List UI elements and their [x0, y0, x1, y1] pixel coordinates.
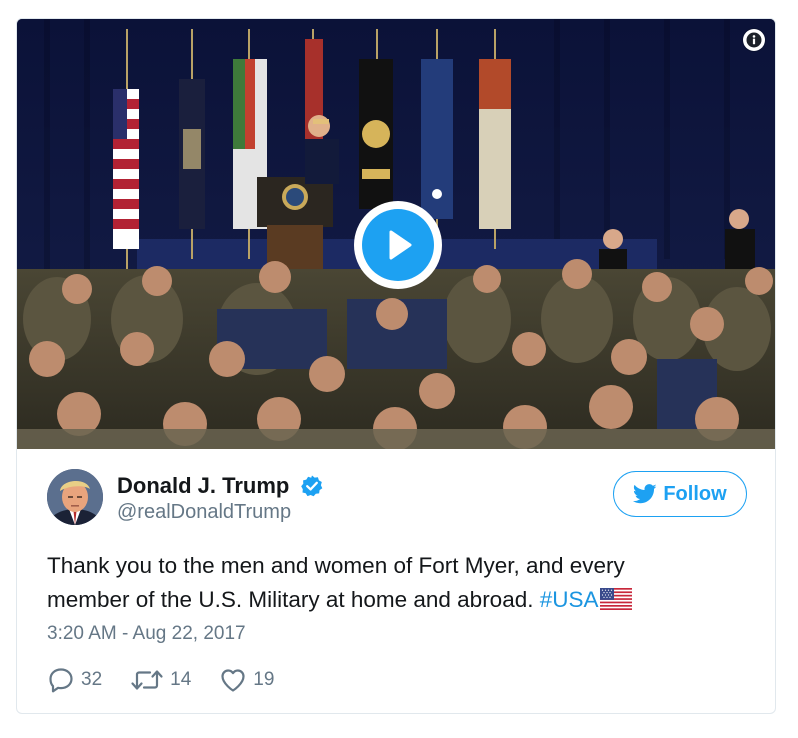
follow-button-label: Follow — [663, 482, 727, 505]
retweet-action[interactable]: 14 — [130, 666, 191, 694]
like-count: 19 — [253, 669, 275, 690]
reply-action[interactable]: 32 — [47, 666, 102, 694]
play-icon — [389, 230, 412, 260]
tweet-text-line-2-body: member of the U.S. Military at home and … — [47, 587, 540, 612]
author-info: Donald J. Trump @realDonaldTrump — [117, 473, 324, 524]
hashtag-link[interactable]: #USA — [540, 587, 599, 612]
follow-button[interactable]: Follow — [613, 471, 747, 517]
play-button-inner — [362, 209, 434, 281]
tweet-header: Donald J. Trump @realDonaldTrump Follow — [47, 469, 747, 529]
handle[interactable]: @realDonaldTrump — [117, 501, 324, 524]
tweet-text-line-2: member of the U.S. Military at home and … — [47, 583, 747, 617]
reply-count: 32 — [81, 669, 103, 690]
like-action[interactable]: 19 — [219, 666, 274, 694]
verified-badge-icon — [301, 475, 323, 497]
avatar[interactable] — [47, 469, 103, 525]
info-icon[interactable] — [743, 29, 765, 51]
heart-icon — [221, 669, 245, 692]
reply-icon — [49, 668, 73, 693]
display-name[interactable]: Donald J. Trump — [117, 473, 289, 499]
video-media[interactable] — [17, 19, 775, 449]
tweet-embed-card: Donald J. Trump @realDonaldTrump Follow … — [16, 18, 776, 714]
us-flag-emoji — [599, 588, 632, 610]
twitter-bird-icon — [633, 484, 657, 504]
tweet-timestamp[interactable]: 3:20 AM - Aug 22, 2017 — [47, 623, 246, 645]
tweet-text: Thank you to the men and women of Fort M… — [47, 549, 747, 617]
retweet-count: 14 — [170, 669, 192, 690]
play-button[interactable] — [354, 201, 442, 289]
retweet-icon — [131, 670, 163, 690]
tweet-text-line-1: Thank you to the men and women of Fort M… — [47, 553, 625, 578]
avatar-image — [47, 469, 103, 525]
tweet-actions: 32 14 19 — [47, 665, 302, 695]
